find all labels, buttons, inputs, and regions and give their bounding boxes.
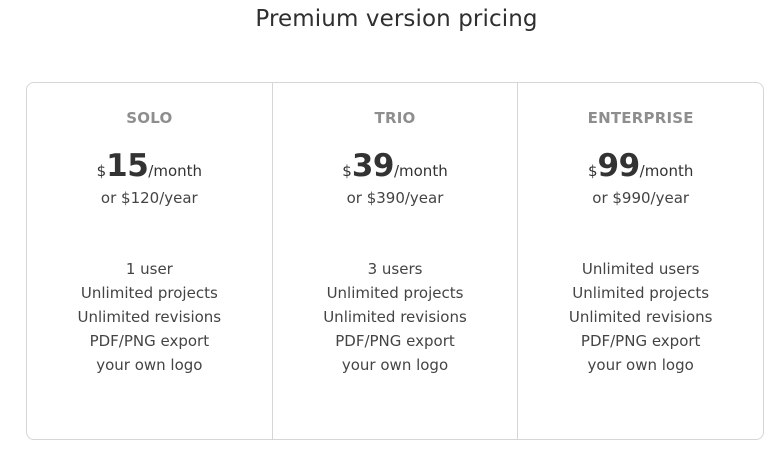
feature-list: Unlimited users Unlimited projects Unlim…	[518, 257, 763, 377]
feature-item: PDF/PNG export	[335, 332, 455, 350]
pricing-page: Premium version pricing SOLO $15/month o…	[0, 0, 783, 452]
plan-card-trio: TRIO $39/month or $390/year 3 users Unli…	[271, 83, 518, 439]
price-amount: 15	[106, 148, 149, 184]
pricing-table: SOLO $15/month or $120/year 1 user Unlim…	[26, 82, 764, 440]
feature-item: PDF/PNG export	[580, 332, 701, 350]
feature-item: PDF/PNG export	[89, 332, 210, 350]
yearly-price: or $990/year	[592, 189, 690, 207]
feature-item: 3 users	[367, 260, 423, 278]
feature-item: Unlimited revisions	[568, 308, 713, 326]
currency-symbol: $	[342, 162, 352, 180]
price-line: $39/month	[273, 151, 518, 182]
feature-item: Unlimited users	[581, 260, 700, 278]
price-amount: 39	[351, 148, 395, 184]
plan-name: SOLO	[126, 109, 173, 127]
yearly-price: or $390/year	[346, 189, 444, 207]
price-period: /month	[393, 162, 448, 180]
price-period: /month	[148, 162, 203, 180]
feature-item: Unlimited revisions	[77, 308, 222, 326]
plan-card-solo: SOLO $15/month or $120/year 1 user Unlim…	[27, 83, 272, 439]
feature-item: your own logo	[341, 356, 449, 374]
currency-symbol: $	[96, 162, 107, 180]
price-amount: 99	[597, 148, 641, 184]
feature-item: Unlimited revisions	[323, 308, 467, 326]
price-line: $99/month	[518, 151, 763, 182]
plan-card-enterprise: ENTERPRISE $99/month or $990/year Unlimi…	[517, 83, 763, 439]
feature-item: Unlimited projects	[572, 284, 710, 302]
page-title: Premium version pricing	[255, 6, 538, 32]
yearly-price: or $120/year	[100, 189, 198, 207]
plan-name: TRIO	[374, 109, 416, 127]
feature-list: 1 user Unlimited projects Unlimited revi…	[27, 257, 272, 377]
price-line: $15/month	[27, 151, 272, 182]
feature-item: Unlimited projects	[326, 284, 464, 302]
feature-item: Unlimited projects	[80, 284, 218, 302]
price-period: /month	[639, 162, 694, 180]
feature-item: 1 user	[125, 260, 173, 278]
feature-item: your own logo	[587, 356, 694, 374]
currency-symbol: $	[587, 162, 598, 180]
feature-list: 3 users Unlimited projects Unlimited rev…	[273, 257, 518, 377]
feature-item: your own logo	[96, 356, 203, 374]
plan-name: ENTERPRISE	[587, 109, 694, 127]
